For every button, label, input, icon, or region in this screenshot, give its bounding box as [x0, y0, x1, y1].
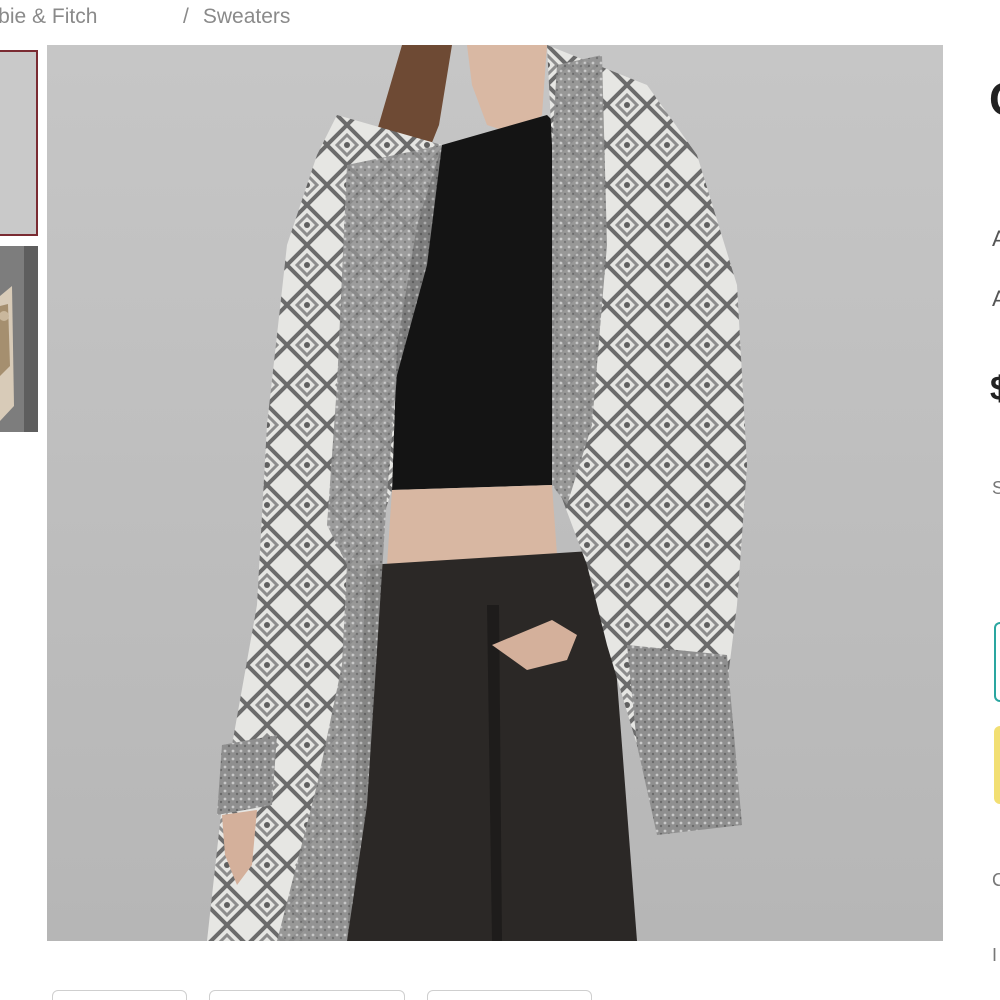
thumbnail-1-image: [0, 52, 36, 234]
thumbnail-2-image: [0, 246, 38, 432]
bottom-button-2[interactable]: [209, 990, 405, 1000]
thumbnail-2[interactable]: [0, 246, 38, 432]
info-fragment-2: I: [992, 945, 998, 965]
product-main-image[interactable]: [47, 45, 943, 941]
bottom-button-1[interactable]: [52, 990, 187, 1000]
thumbnail-1-selected[interactable]: [0, 50, 38, 236]
product-meta-fragment-1: A: [992, 226, 1000, 251]
bottom-action-row: [0, 990, 1000, 1000]
product-title-fragment: C: [989, 72, 1000, 126]
price-fragment: $: [990, 370, 1000, 408]
buy-now-button-cropped[interactable]: [994, 726, 1000, 804]
breadcrumb: rombie & Fitch / Sweaters: [0, 0, 290, 34]
breadcrumb-separator: /: [183, 5, 189, 28]
breadcrumb-link-category[interactable]: Sweaters: [203, 5, 291, 29]
info-fragment-1: C: [992, 870, 1000, 890]
breadcrumb-link-brand[interactable]: rombie & Fitch: [0, 5, 97, 29]
thumbnail-strip: [0, 50, 38, 432]
size-fragment: S: [992, 478, 1000, 498]
product-meta-fragment-2: A: [992, 286, 1000, 311]
bottom-button-3[interactable]: [427, 990, 592, 1000]
cardigan-photo-illustration: [47, 45, 943, 941]
add-to-bag-button-cropped[interactable]: [994, 622, 1000, 702]
